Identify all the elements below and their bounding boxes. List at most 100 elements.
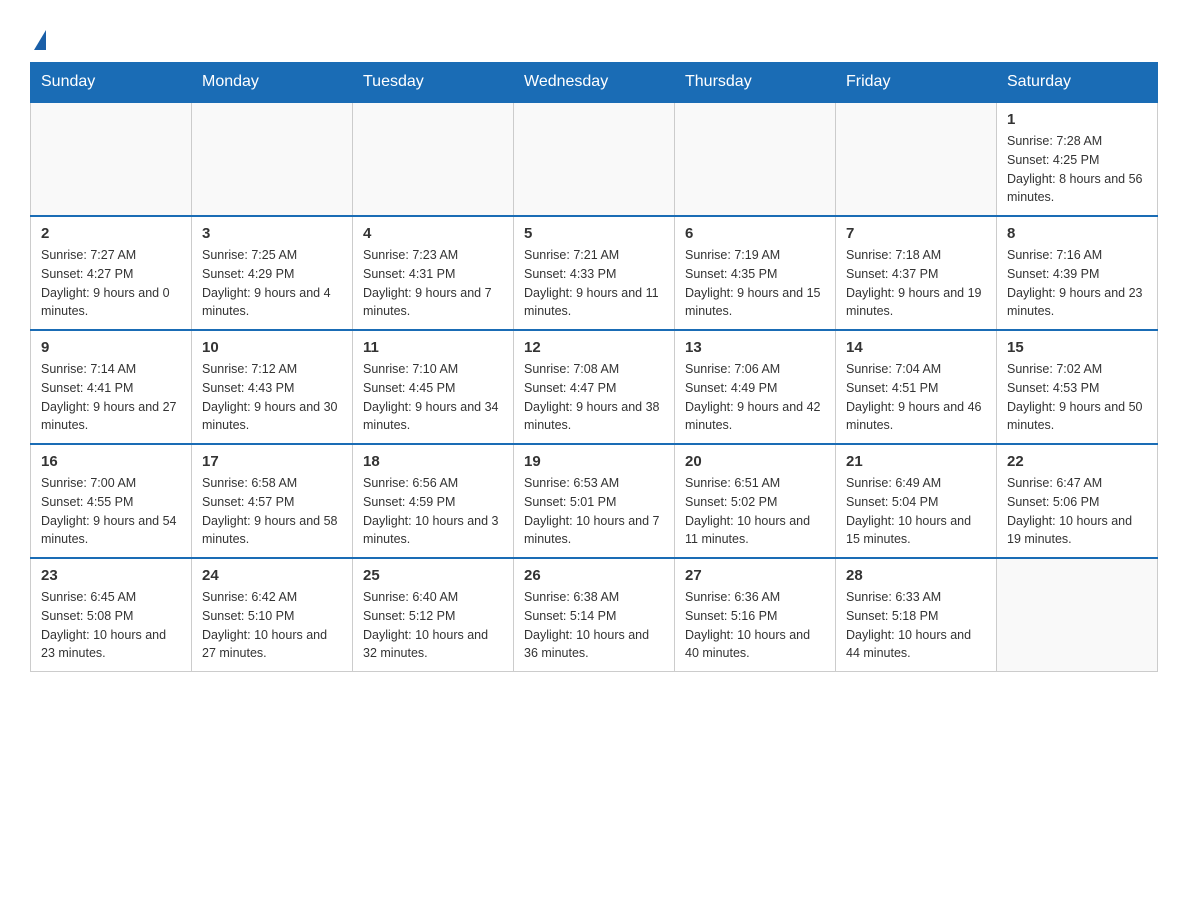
calendar-header-row: SundayMondayTuesdayWednesdayThursdayFrid…: [31, 63, 1158, 103]
day-number: 15: [1007, 339, 1147, 356]
calendar-cell: 19 Sunrise: 6:53 AM Sunset: 5:01 PM Dayli…: [514, 444, 675, 558]
week-row-3: 9 Sunrise: 7:14 AM Sunset: 4:41 PM Daylig…: [31, 330, 1158, 444]
day-info: Sunrise: 7:12 AM Sunset: 4:43 PM Dayligh…: [202, 360, 342, 435]
header-tuesday: Tuesday: [353, 63, 514, 103]
day-info: Sunrise: 6:40 AM Sunset: 5:12 PM Dayligh…: [363, 588, 503, 663]
day-info: Sunrise: 6:45 AM Sunset: 5:08 PM Dayligh…: [41, 588, 181, 663]
day-number: 18: [363, 453, 503, 470]
calendar-cell: 5 Sunrise: 7:21 AM Sunset: 4:33 PM Daylig…: [514, 216, 675, 330]
day-info: Sunrise: 7:06 AM Sunset: 4:49 PM Dayligh…: [685, 360, 825, 435]
logo-triangle-icon: [34, 30, 46, 50]
calendar-cell: 4Sunrise: 7:23 AM Sunset: 4:31 PM Daylig…: [353, 216, 514, 330]
calendar-cell: 21 Sunrise: 6:49 AM Sunset: 5:04 PM Dayli…: [836, 444, 997, 558]
calendar-cell: 7 Sunrise: 7:18 AM Sunset: 4:37 PM Daylig…: [836, 216, 997, 330]
calendar-cell: 24 Sunrise: 6:42 AM Sunset: 5:10 PM Dayli…: [192, 558, 353, 672]
calendar-cell: 9 Sunrise: 7:14 AM Sunset: 4:41 PM Daylig…: [31, 330, 192, 444]
day-number: 24: [202, 567, 342, 584]
calendar-table: SundayMondayTuesdayWednesdayThursdayFrid…: [30, 62, 1158, 672]
day-number: 23: [41, 567, 181, 584]
day-info: Sunrise: 7:10 AM Sunset: 4:45 PM Dayligh…: [363, 360, 503, 435]
day-info: Sunrise: 7:25 AM Sunset: 4:29 PM Dayligh…: [202, 246, 342, 321]
day-number: 20: [685, 453, 825, 470]
day-number: 28: [846, 567, 986, 584]
calendar-cell: [353, 102, 514, 216]
day-number: 11: [363, 339, 503, 356]
day-info: Sunrise: 6:58 AM Sunset: 4:57 PM Dayligh…: [202, 474, 342, 549]
calendar-cell: [31, 102, 192, 216]
calendar-cell: 12 Sunrise: 7:08 AM Sunset: 4:47 PM Dayli…: [514, 330, 675, 444]
day-number: 21: [846, 453, 986, 470]
header-friday: Friday: [836, 63, 997, 103]
calendar-cell: [675, 102, 836, 216]
logo: [30, 30, 46, 52]
day-number: 1: [1007, 111, 1147, 128]
day-info: Sunrise: 7:14 AM Sunset: 4:41 PM Dayligh…: [41, 360, 181, 435]
day-info: Sunrise: 7:02 AM Sunset: 4:53 PM Dayligh…: [1007, 360, 1147, 435]
day-info: Sunrise: 7:18 AM Sunset: 4:37 PM Dayligh…: [846, 246, 986, 321]
calendar-cell: 11 Sunrise: 7:10 AM Sunset: 4:45 PM Dayli…: [353, 330, 514, 444]
day-number: 14: [846, 339, 986, 356]
day-info: Sunrise: 7:08 AM Sunset: 4:47 PM Dayligh…: [524, 360, 664, 435]
calendar-cell: 6 Sunrise: 7:19 AM Sunset: 4:35 PM Daylig…: [675, 216, 836, 330]
calendar-cell: 26 Sunrise: 6:38 AM Sunset: 5:14 PM Dayli…: [514, 558, 675, 672]
day-info: Sunrise: 6:49 AM Sunset: 5:04 PM Dayligh…: [846, 474, 986, 549]
day-number: 12: [524, 339, 664, 356]
calendar-cell: 13 Sunrise: 7:06 AM Sunset: 4:49 PM Dayli…: [675, 330, 836, 444]
calendar-cell: 1 Sunrise: 7:28 AM Sunset: 4:25 PM Daylig…: [997, 102, 1158, 216]
day-info: Sunrise: 6:51 AM Sunset: 5:02 PM Dayligh…: [685, 474, 825, 549]
calendar-cell: 25Sunrise: 6:40 AM Sunset: 5:12 PM Dayli…: [353, 558, 514, 672]
day-info: Sunrise: 6:47 AM Sunset: 5:06 PM Dayligh…: [1007, 474, 1147, 549]
day-number: 10: [202, 339, 342, 356]
day-info: Sunrise: 7:19 AM Sunset: 4:35 PM Dayligh…: [685, 246, 825, 321]
calendar-cell: 18Sunrise: 6:56 AM Sunset: 4:59 PM Dayli…: [353, 444, 514, 558]
calendar-cell: 17 Sunrise: 6:58 AM Sunset: 4:57 PM Dayli…: [192, 444, 353, 558]
day-info: Sunrise: 7:23 AM Sunset: 4:31 PM Dayligh…: [363, 246, 503, 321]
day-info: Sunrise: 7:16 AM Sunset: 4:39 PM Dayligh…: [1007, 246, 1147, 321]
calendar-cell: 3 Sunrise: 7:25 AM Sunset: 4:29 PM Daylig…: [192, 216, 353, 330]
day-number: 6: [685, 225, 825, 242]
day-number: 9: [41, 339, 181, 356]
day-info: Sunrise: 7:21 AM Sunset: 4:33 PM Dayligh…: [524, 246, 664, 321]
day-info: Sunrise: 6:36 AM Sunset: 5:16 PM Dayligh…: [685, 588, 825, 663]
day-number: 16: [41, 453, 181, 470]
day-info: Sunrise: 7:28 AM Sunset: 4:25 PM Dayligh…: [1007, 132, 1147, 207]
day-number: 2: [41, 225, 181, 242]
day-number: 5: [524, 225, 664, 242]
page-header: [30, 20, 1158, 52]
calendar-cell: 23 Sunrise: 6:45 AM Sunset: 5:08 PM Dayli…: [31, 558, 192, 672]
calendar-cell: [514, 102, 675, 216]
calendar-cell: [836, 102, 997, 216]
day-number: 3: [202, 225, 342, 242]
header-monday: Monday: [192, 63, 353, 103]
week-row-2: 2Sunrise: 7:27 AM Sunset: 4:27 PM Daylig…: [31, 216, 1158, 330]
day-info: Sunrise: 6:33 AM Sunset: 5:18 PM Dayligh…: [846, 588, 986, 663]
header-sunday: Sunday: [31, 63, 192, 103]
day-number: 7: [846, 225, 986, 242]
day-number: 8: [1007, 225, 1147, 242]
day-number: 17: [202, 453, 342, 470]
day-info: Sunrise: 6:42 AM Sunset: 5:10 PM Dayligh…: [202, 588, 342, 663]
day-number: 27: [685, 567, 825, 584]
day-info: Sunrise: 6:53 AM Sunset: 5:01 PM Dayligh…: [524, 474, 664, 549]
day-number: 13: [685, 339, 825, 356]
day-info: Sunrise: 7:04 AM Sunset: 4:51 PM Dayligh…: [846, 360, 986, 435]
week-row-5: 23 Sunrise: 6:45 AM Sunset: 5:08 PM Dayli…: [31, 558, 1158, 672]
calendar-cell: 2Sunrise: 7:27 AM Sunset: 4:27 PM Daylig…: [31, 216, 192, 330]
calendar-cell: 8 Sunrise: 7:16 AM Sunset: 4:39 PM Daylig…: [997, 216, 1158, 330]
header-thursday: Thursday: [675, 63, 836, 103]
calendar-cell: 15 Sunrise: 7:02 AM Sunset: 4:53 PM Dayli…: [997, 330, 1158, 444]
header-wednesday: Wednesday: [514, 63, 675, 103]
calendar-cell: 28 Sunrise: 6:33 AM Sunset: 5:18 PM Dayli…: [836, 558, 997, 672]
calendar-cell: 16 Sunrise: 7:00 AM Sunset: 4:55 PM Dayli…: [31, 444, 192, 558]
week-row-4: 16 Sunrise: 7:00 AM Sunset: 4:55 PM Dayli…: [31, 444, 1158, 558]
calendar-cell: [192, 102, 353, 216]
calendar-cell: [997, 558, 1158, 672]
day-number: 26: [524, 567, 664, 584]
week-row-1: 1 Sunrise: 7:28 AM Sunset: 4:25 PM Daylig…: [31, 102, 1158, 216]
day-info: Sunrise: 6:38 AM Sunset: 5:14 PM Dayligh…: [524, 588, 664, 663]
day-number: 19: [524, 453, 664, 470]
calendar-cell: 10 Sunrise: 7:12 AM Sunset: 4:43 PM Dayli…: [192, 330, 353, 444]
header-saturday: Saturday: [997, 63, 1158, 103]
calendar-cell: 20 Sunrise: 6:51 AM Sunset: 5:02 PM Dayli…: [675, 444, 836, 558]
day-info: Sunrise: 7:00 AM Sunset: 4:55 PM Dayligh…: [41, 474, 181, 549]
